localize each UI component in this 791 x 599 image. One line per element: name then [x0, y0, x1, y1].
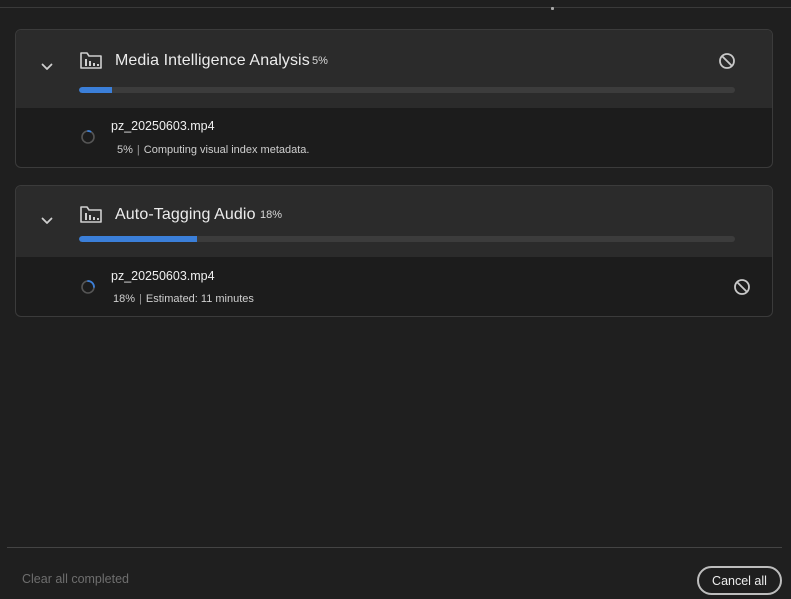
folder-icon [80, 204, 102, 224]
item-status-text: Computing visual index metadata. [143, 144, 310, 156]
job-percent: 5% [312, 55, 328, 67]
cancel-icon[interactable] [718, 52, 736, 70]
list-item: pz_20250603.mp4 18% | Estimated: 11 minute… [16, 257, 772, 316]
job-progress-bar [79, 87, 735, 93]
chevron-down-icon[interactable] [38, 212, 56, 230]
list-item: pz_20250603.mp4 5% | Computing visual inde… [16, 108, 772, 166]
cancel-icon[interactable] [733, 278, 751, 296]
cancel-all-button[interactable]: Cancel all [697, 566, 782, 595]
spinner-icon [80, 129, 96, 145]
job-progress-fill [79, 87, 112, 93]
status-separator: | [139, 293, 142, 305]
item-status: 18% | Estimated: 11 minutes [113, 293, 254, 305]
job-progress-fill [79, 236, 198, 242]
footer-divider [7, 547, 782, 548]
job-percent: 18% [260, 209, 283, 221]
spinner-icon [80, 279, 96, 295]
item-filename: pz_20250603.mp4 [111, 269, 215, 283]
item-status-text: Estimated: 11 minutes [145, 293, 254, 305]
job-progress-bar [79, 236, 735, 242]
item-filename: pz_20250603.mp4 [111, 119, 215, 133]
job-header: Media Intelligence Analysis 5% [16, 30, 772, 108]
clear-all-completed-button[interactable]: Clear all completed [22, 572, 129, 586]
window-top-edge [0, 0, 791, 10]
folder-icon [80, 50, 102, 70]
chevron-down-icon[interactable] [38, 58, 56, 76]
job-title: Auto-Tagging Audio [115, 206, 256, 223]
item-status: 5% | Computing visual index metadata. [117, 144, 309, 156]
job-panel-media-intelligence: Media Intelligence Analysis 5% pz_202506… [15, 29, 773, 168]
job-header: Auto-Tagging Audio 18% [16, 186, 772, 257]
item-percent: 5% [117, 144, 133, 156]
job-title: Media Intelligence Analysis [115, 52, 310, 69]
job-panel-auto-tagging: Auto-Tagging Audio 18% pz_20250603.mp4 1… [15, 185, 773, 317]
status-separator: | [136, 144, 140, 156]
resize-notch [551, 7, 554, 10]
item-percent: 18% [113, 293, 136, 305]
